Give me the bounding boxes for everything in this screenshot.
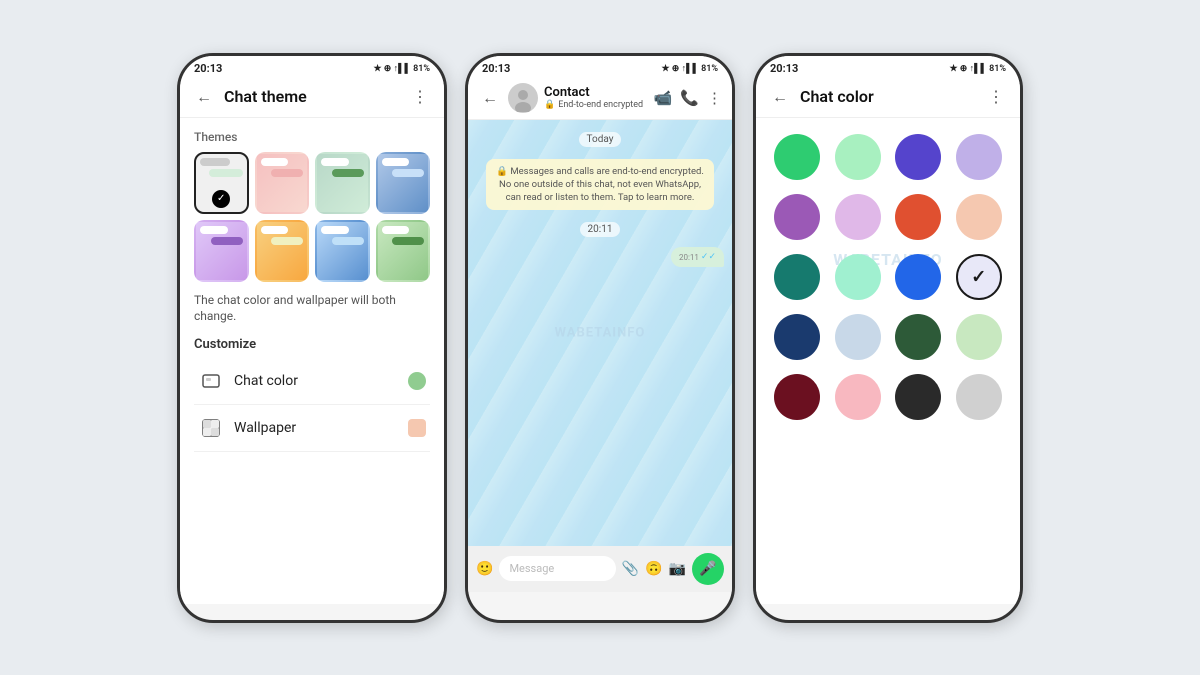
app-bar-3: ← Chat color ⋮ — [756, 77, 1020, 118]
color-dark[interactable] — [895, 374, 941, 420]
chat-theme-title: Chat theme — [224, 87, 400, 106]
color-light-purple[interactable] — [956, 134, 1002, 180]
chat-app-bar: ← Contact 🔒 End-to-end encrypted 📹 📞 ⋮ — [468, 77, 732, 120]
encrypted-label: 🔒 End-to-end encrypted — [544, 100, 648, 110]
theme-item-5[interactable] — [194, 220, 249, 282]
color-red-orange[interactable] — [895, 194, 941, 240]
video-call-button[interactable]: 📹 — [654, 89, 673, 107]
color-green[interactable] — [774, 134, 820, 180]
chat-actions: 📹 📞 ⋮ — [654, 89, 722, 107]
status-icons-text-3: ★ ⊕ ↑▌▌ 81% — [950, 63, 1007, 74]
chat-body: WABETAINFO Today 🔒 Messages and calls ar… — [468, 120, 732, 546]
wallpaper-preview — [408, 419, 426, 437]
color-teal[interactable] — [774, 254, 820, 300]
emoji-button[interactable]: 🙂 — [476, 561, 493, 577]
color-indigo[interactable] — [895, 134, 941, 180]
color-maroon[interactable] — [774, 374, 820, 420]
time-2: 20:13 — [482, 62, 510, 75]
date-divider: Today — [579, 132, 622, 147]
status-bar-2: 20:13 ★ ⊕ ↑▌▌ 81% — [468, 56, 732, 77]
theme-screen-content: Themes ✓ — [180, 118, 444, 604]
color-lavender[interactable] — [835, 194, 881, 240]
color-sky[interactable] — [835, 314, 881, 360]
status-icons-2: ★ ⊕ ↑▌▌ 81% — [662, 63, 719, 74]
menu-button-1[interactable]: ⋮ — [408, 85, 432, 109]
wallpaper-icon — [198, 415, 224, 441]
contact-avatar — [508, 83, 538, 113]
color-purple[interactable] — [774, 194, 820, 240]
app-bar-1: ← Chat theme ⋮ — [180, 77, 444, 118]
contact-name: Contact — [544, 85, 648, 100]
msg-time-row: 20:11 ✓✓ — [679, 252, 716, 262]
voice-call-button[interactable]: 📞 — [680, 89, 699, 107]
chat-color-preview — [408, 372, 426, 390]
tick-icon: ✓✓ — [701, 252, 716, 262]
phone-2: 20:13 ★ ⊕ ↑▌▌ 81% ← Contact 🔒 End-to-end… — [465, 53, 735, 623]
wallpaper-label: Wallpaper — [234, 420, 398, 436]
color-light-blue[interactable] — [956, 254, 1002, 300]
message-input[interactable]: Message — [499, 556, 615, 581]
chat-back-button[interactable]: ← — [478, 86, 502, 110]
msg-time: 20:11 — [679, 253, 699, 262]
color-silver[interactable] — [956, 374, 1002, 420]
status-bar-1: 20:13 ★ ⊕ ↑▌▌ 81% — [180, 56, 444, 77]
theme-item-1[interactable]: ✓ — [194, 152, 249, 214]
system-message: 🔒 Messages and calls are end-to-end encr… — [486, 159, 714, 211]
color-mint[interactable] — [835, 254, 881, 300]
chat-menu-button[interactable]: ⋮ — [707, 89, 722, 107]
chat-input-bar: 🙂 Message 📎 🙃 📷 🎤 — [468, 546, 732, 592]
time-label: 20:11 — [580, 222, 621, 237]
back-button-1[interactable]: ← — [192, 85, 216, 109]
themes-grid: ✓ — [194, 152, 430, 282]
time-1: 20:13 — [194, 62, 222, 75]
themes-label: Themes — [194, 130, 430, 144]
color-light-green[interactable] — [835, 134, 881, 180]
theme-item-2[interactable] — [255, 152, 310, 214]
color-grid-screen: WABETAINFO — [756, 118, 1020, 604]
back-button-3[interactable]: ← — [768, 85, 792, 109]
chat-color-title: Chat color — [800, 87, 976, 106]
color-navy[interactable] — [774, 314, 820, 360]
status-icons-text-1: ★ ⊕ ↑▌▌ 81% — [374, 63, 431, 74]
color-blue[interactable] — [895, 254, 941, 300]
phone-3: 20:13 ★ ⊕ ↑▌▌ 81% ← Chat color ⋮ WABETAI… — [753, 53, 1023, 623]
mic-button[interactable]: 🎤 — [692, 553, 724, 585]
theme-check-1: ✓ — [212, 190, 230, 208]
customize-label: Customize — [194, 337, 430, 352]
theme-item-6[interactable] — [255, 220, 310, 282]
wallpaper-item[interactable]: Wallpaper — [194, 405, 430, 452]
color-pink[interactable] — [835, 374, 881, 420]
chat-color-icon — [198, 368, 224, 394]
attachment-button[interactable]: 📎 — [622, 561, 639, 577]
status-icons-text-2: ★ ⊕ ↑▌▌ 81% — [662, 63, 719, 74]
theme-item-7[interactable] — [315, 220, 370, 282]
phone-1: 20:13 ★ ⊕ ↑▌▌ 81% ← Chat theme ⋮ Themes … — [177, 53, 447, 623]
theme-item-8[interactable] — [376, 220, 431, 282]
color-peach[interactable] — [956, 194, 1002, 240]
chat-messages: Today 🔒 Messages and calls are end-to-en… — [468, 120, 732, 546]
menu-button-3[interactable]: ⋮ — [984, 85, 1008, 109]
sticker-button[interactable]: 🙃 — [645, 561, 662, 577]
theme-desc: The chat color and wallpaper will both c… — [194, 292, 430, 326]
status-icons-1: ★ ⊕ ↑▌▌ 81% — [374, 63, 431, 74]
status-bar-3: 20:13 ★ ⊕ ↑▌▌ 81% — [756, 56, 1020, 77]
chat-color-item[interactable]: Chat color — [194, 358, 430, 405]
theme-item-4[interactable] — [376, 152, 431, 214]
contact-info: Contact 🔒 End-to-end encrypted — [544, 85, 648, 110]
theme-item-3[interactable] — [315, 152, 370, 214]
time-3: 20:13 — [770, 62, 798, 75]
status-icons-3: ★ ⊕ ↑▌▌ 81% — [950, 63, 1007, 74]
message-placeholder: Message — [509, 562, 554, 575]
color-grid — [772, 130, 1004, 424]
chat-color-label: Chat color — [234, 373, 398, 389]
camera-button[interactable]: 📷 — [669, 561, 686, 577]
color-forest[interactable] — [895, 314, 941, 360]
color-pale-green[interactable] — [956, 314, 1002, 360]
sent-message: 20:11 ✓✓ — [671, 247, 724, 267]
